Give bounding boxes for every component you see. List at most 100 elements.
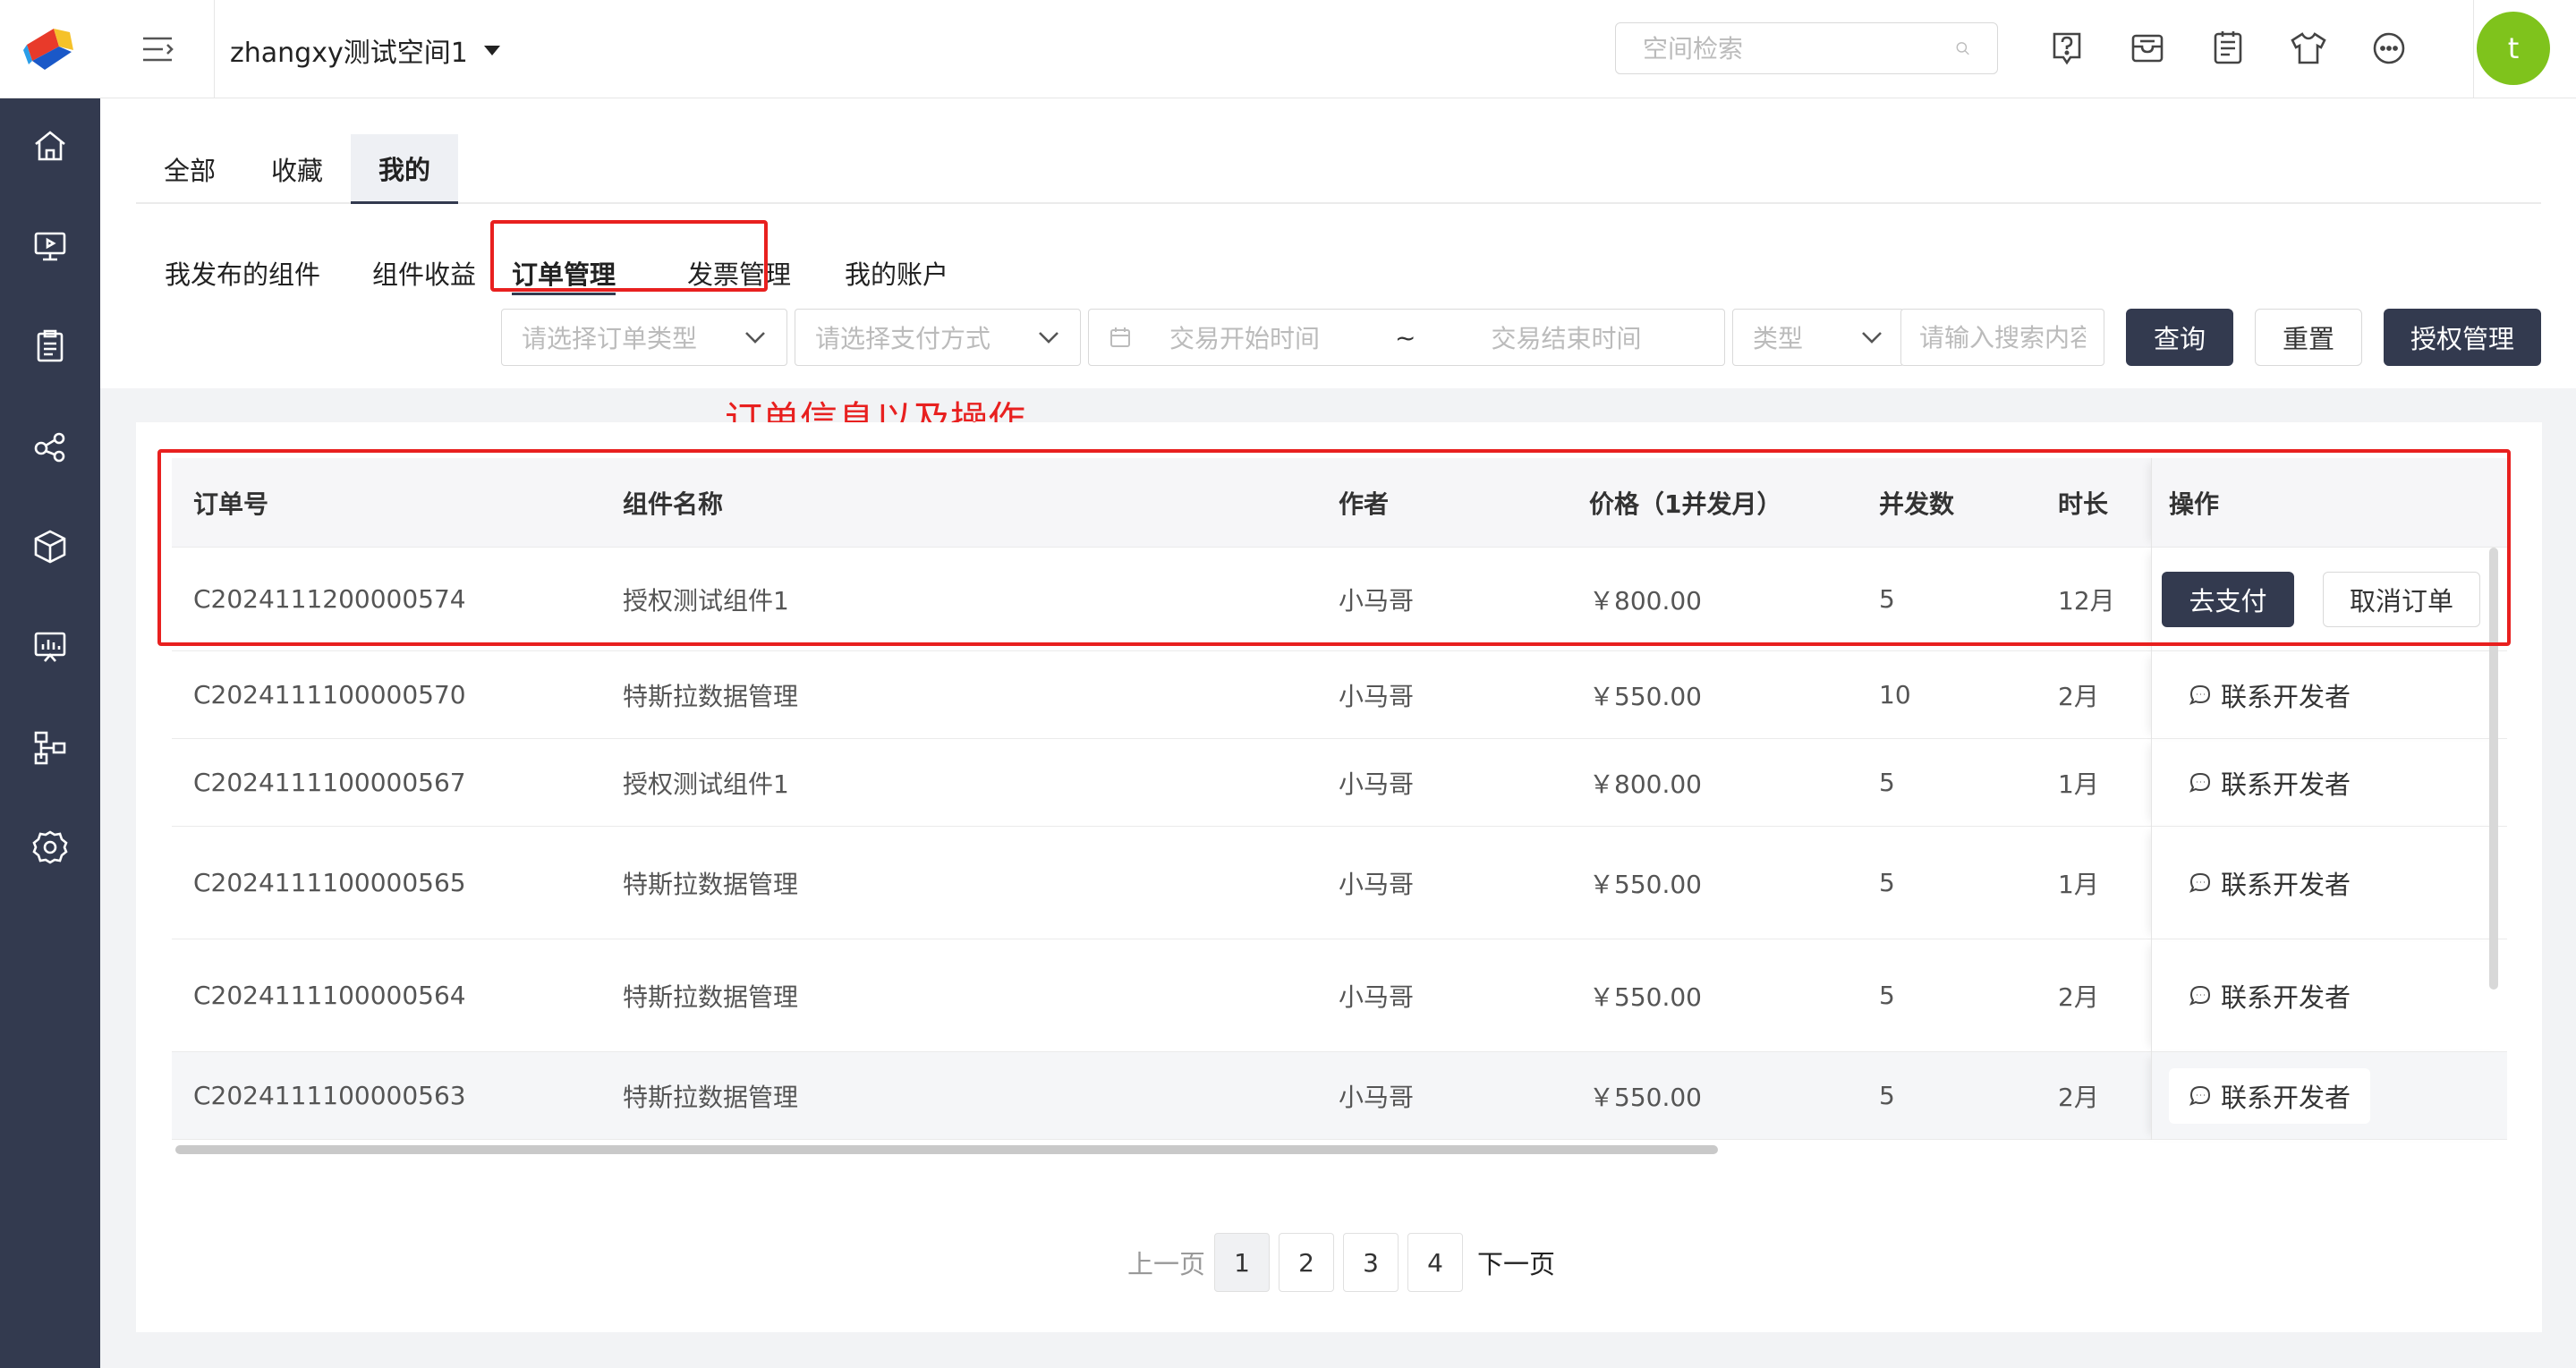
cell-concurrency: 5 [1879, 1081, 1895, 1110]
col-price: 价格（1并发月） [1589, 489, 1782, 519]
prev-page-button[interactable]: 上一页 [1127, 1244, 1205, 1281]
user-avatar[interactable]: t [2477, 12, 2550, 85]
cell-order-no: C2024111100000567 [193, 768, 466, 797]
contact-label: 联系开发者 [2221, 682, 2351, 712]
help-icon[interactable] [2045, 27, 2088, 70]
main-tab-bar: 全部 收藏 我的 [136, 134, 2541, 204]
cell-component: 特斯拉数据管理 [623, 681, 799, 711]
cell-author: 小马哥 [1339, 869, 1415, 899]
chat-bubble-icon [2189, 772, 2211, 793]
cell-duration: 2月 [2058, 681, 2099, 711]
chevron-down-icon [1862, 332, 1882, 344]
caret-down-icon [483, 45, 500, 55]
table-row: C2024111100000565 特斯拉数据管理 小马哥 ￥550.00 5 … [172, 827, 2507, 939]
nav-clipboard-icon[interactable] [0, 315, 100, 378]
table-row: C2024111100000563 特斯拉数据管理 小马哥 ￥550.00 5 … [172, 1052, 2507, 1140]
order-type-select[interactable]: 请选择订单类型 [501, 309, 787, 366]
page-4-button[interactable]: 4 [1407, 1233, 1464, 1292]
horizontal-scrollbar[interactable] [175, 1145, 1718, 1154]
contact-label: 联系开发者 [2221, 1083, 2351, 1113]
nav-flow-icon[interactable] [0, 716, 100, 778]
cell-duration: 2月 [2058, 1082, 2099, 1112]
end-time-placeholder: 交易结束时间 [1491, 324, 1642, 353]
workspace-name: zhangxy测试空间1 [230, 38, 468, 69]
app-logo[interactable] [0, 0, 100, 98]
cell-price: ￥550.00 [1589, 681, 1702, 711]
table-row: C2024111100000567 授权测试组件1 小马哥 ￥800.00 5 … [172, 739, 2507, 827]
inbox-icon[interactable] [2126, 27, 2169, 70]
tab-favorites[interactable]: 收藏 [243, 134, 351, 204]
nav-settings-icon[interactable] [0, 816, 100, 879]
cell-component: 特斯拉数据管理 [623, 1082, 799, 1112]
next-page-button[interactable]: 下一页 [1477, 1244, 1555, 1281]
subtab-order-management[interactable]: 订单管理 [494, 233, 633, 313]
workspace-selector[interactable]: zhangxy测试空间1 [230, 32, 500, 69]
contact-developer-button[interactable]: 联系开发者 [2169, 1068, 2371, 1124]
keyword-search-input[interactable] [1919, 322, 2086, 353]
cell-component: 特斯拉数据管理 [623, 981, 799, 1012]
fixed-column-header-edge [2151, 458, 2507, 548]
cell-price: ￥550.00 [1589, 869, 1702, 899]
col-component: 组件名称 [623, 489, 724, 519]
date-range-picker[interactable]: 交易开始时间 ~ 交易结束时间 [1088, 309, 1725, 366]
contact-developer-button[interactable]: 联系开发者 [2169, 968, 2370, 1024]
contact-label: 联系开发者 [2221, 769, 2351, 800]
subtab-my-account[interactable]: 我的账户 [845, 233, 948, 313]
cell-price: ￥550.00 [1589, 981, 1702, 1012]
cell-author: 小马哥 [1339, 681, 1415, 711]
cell-price: ￥800.00 [1589, 585, 1702, 616]
subtab-invoice-management[interactable]: 发票管理 [687, 233, 791, 313]
nav-share-icon[interactable] [0, 415, 100, 478]
contact-developer-button[interactable]: 联系开发者 [2169, 667, 2370, 723]
col-concurrency: 并发数 [1879, 489, 1955, 519]
cell-duration: 12月 [2058, 585, 2115, 616]
query-button[interactable]: 查询 [2126, 309, 2233, 366]
tab-mine[interactable]: 我的 [351, 134, 458, 204]
chevron-down-icon [745, 332, 765, 344]
filter-panel: 全部 收藏 我的 我发布的组件 组件收益 订单管理 发票管理 我的账户 请选择订… [100, 98, 2576, 388]
cell-order-no: C2024111100000565 [193, 868, 466, 897]
tab-all[interactable]: 全部 [136, 134, 243, 204]
auth-management-button[interactable]: 授权管理 [2384, 309, 2541, 366]
calendar-icon [1110, 327, 1130, 347]
page-2-button[interactable]: 2 [1279, 1233, 1335, 1292]
start-time-placeholder: 交易开始时间 [1169, 324, 1321, 353]
pay-method-select[interactable]: 请选择支付方式 [795, 309, 1081, 366]
table-header: 订单号 组件名称 作者 价格（1并发月） 并发数 时长 操作 [172, 458, 2507, 548]
cell-duration: 1月 [2058, 869, 2099, 899]
type-select[interactable]: 类型 [1732, 309, 1904, 366]
more-chat-icon[interactable] [2368, 27, 2410, 70]
nav-monitor-icon[interactable] [0, 215, 100, 277]
search-icon[interactable] [1955, 35, 1970, 62]
top-header: zhangxy测试空间1 t [100, 0, 2576, 98]
chevron-down-icon [1039, 332, 1058, 344]
cell-author: 小马哥 [1339, 769, 1415, 799]
col-order-no: 订单号 [193, 489, 269, 519]
contact-developer-button[interactable]: 联系开发者 [2169, 855, 2370, 911]
subtab-component-revenue[interactable]: 组件收益 [372, 233, 476, 313]
logo-icon [23, 28, 73, 70]
cell-concurrency: 5 [1879, 981, 1895, 1010]
skin-icon[interactable] [2287, 27, 2330, 70]
nav-cube-icon[interactable] [0, 515, 100, 578]
menu-toggle-button[interactable] [100, 0, 215, 98]
nav-home-icon[interactable] [0, 115, 100, 177]
space-search-box[interactable] [1615, 22, 1998, 74]
page-3-button[interactable]: 3 [1343, 1233, 1399, 1292]
page-1-button[interactable]: 1 [1214, 1233, 1271, 1292]
keyword-search-box[interactable] [1900, 309, 2104, 366]
cell-concurrency: 10 [1879, 680, 1911, 709]
document-icon[interactable] [2206, 27, 2249, 70]
nav-dashboard-icon[interactable] [0, 616, 100, 678]
cell-component: 特斯拉数据管理 [623, 869, 799, 899]
sidebar [0, 0, 100, 1368]
subtab-my-components[interactable]: 我发布的组件 [165, 233, 320, 313]
cell-order-no: C2024111100000563 [193, 1081, 466, 1110]
contact-developer-button[interactable]: 联系开发者 [2169, 755, 2370, 811]
vertical-scrollbar[interactable] [2489, 548, 2498, 990]
space-search-input[interactable] [1643, 33, 1955, 64]
reset-button[interactable]: 重置 [2255, 309, 2362, 366]
pay-button[interactable]: 去支付 [2162, 572, 2294, 627]
cell-component: 授权测试组件1 [623, 769, 789, 799]
cancel-order-button[interactable]: 取消订单 [2323, 572, 2480, 627]
